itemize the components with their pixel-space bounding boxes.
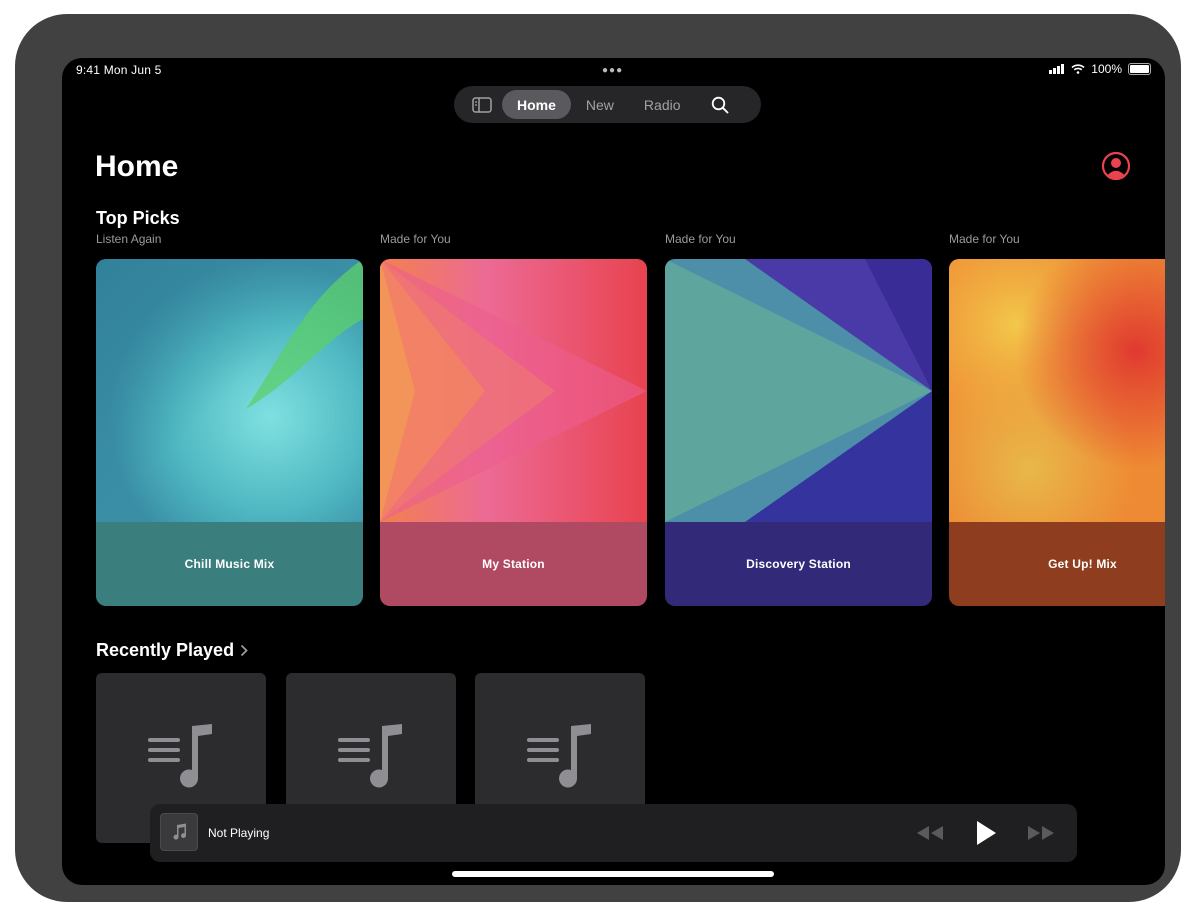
play-icon[interactable] bbox=[974, 819, 998, 852]
top-tab-bar: Home New Radio bbox=[454, 86, 761, 123]
device-bezel: 9:41 Mon Jun 5 ●●● 100% Home New Radio H… bbox=[15, 14, 1181, 902]
mini-player[interactable]: Not Playing bbox=[150, 804, 1077, 862]
now-playing-title: Not Playing bbox=[208, 826, 270, 840]
sidebar-toggle-icon[interactable] bbox=[462, 86, 502, 123]
signal-icon bbox=[1049, 64, 1065, 74]
top-picks-title: Top Picks bbox=[96, 208, 180, 228]
card-subtitle: Listen Again bbox=[96, 232, 162, 246]
card-get-up-mix[interactable]: Get Up! Mix bbox=[949, 259, 1165, 606]
music-list-icon bbox=[527, 724, 591, 788]
rewind-icon[interactable] bbox=[915, 821, 945, 850]
card-subtitle: Made for You bbox=[665, 232, 736, 246]
card-label: My Station bbox=[380, 522, 647, 606]
page-title: Home bbox=[95, 150, 179, 183]
account-icon[interactable] bbox=[1101, 151, 1131, 181]
card-subtitle: Made for You bbox=[949, 232, 1020, 246]
card-discovery-station[interactable]: Discovery Station bbox=[665, 259, 932, 606]
tab-new[interactable]: New bbox=[571, 90, 629, 119]
card-label: Get Up! Mix bbox=[949, 522, 1165, 606]
multitasking-dots-icon[interactable]: ●●● bbox=[602, 65, 623, 76]
tab-radio[interactable]: Radio bbox=[629, 90, 696, 119]
status-indicators: 100% bbox=[1049, 62, 1151, 76]
card-label: Discovery Station bbox=[665, 522, 932, 606]
artwork-gradient-teal bbox=[96, 259, 363, 522]
search-icon[interactable] bbox=[702, 96, 738, 114]
music-list-icon bbox=[338, 724, 402, 788]
status-time: 9:41 Mon Jun 5 bbox=[76, 63, 162, 77]
battery-percent: 100% bbox=[1091, 62, 1122, 76]
battery-icon bbox=[1128, 63, 1151, 75]
recently-played-title: Recently Played bbox=[96, 640, 235, 660]
music-note-icon bbox=[160, 813, 198, 851]
wifi-icon bbox=[1071, 64, 1085, 74]
artwork-gradient-orange bbox=[949, 259, 1165, 522]
screen: 9:41 Mon Jun 5 ●●● 100% Home New Radio H… bbox=[62, 58, 1165, 885]
fast-forward-icon[interactable] bbox=[1026, 821, 1056, 850]
card-label: Chill Music Mix bbox=[96, 522, 363, 606]
music-list-icon bbox=[148, 724, 212, 788]
tab-home[interactable]: Home bbox=[502, 90, 571, 119]
home-indicator[interactable] bbox=[452, 871, 774, 877]
chevron-right-icon bbox=[240, 644, 248, 657]
card-subtitle: Made for You bbox=[380, 232, 451, 246]
artwork-chevrons-blue bbox=[665, 259, 932, 522]
artwork-chevrons-pink bbox=[380, 259, 647, 522]
card-chill-music-mix[interactable]: Chill Music Mix bbox=[96, 259, 363, 606]
recently-played-link[interactable]: Recently Played bbox=[96, 640, 248, 661]
card-my-station[interactable]: My Station bbox=[380, 259, 647, 606]
